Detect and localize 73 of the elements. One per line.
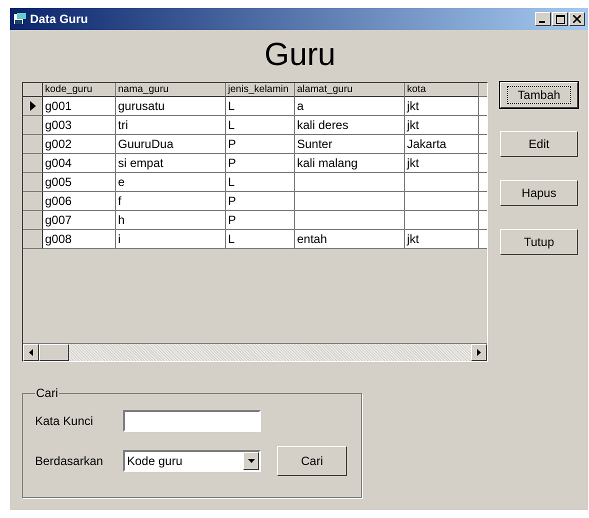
action-button[interactable]: Edit [500, 131, 578, 157]
table-cell: e [116, 173, 226, 192]
column-header[interactable]: alamat_guru [295, 83, 405, 97]
table-cell: g007 [43, 211, 116, 230]
search-by-dropdown[interactable]: Kode guru [123, 450, 261, 472]
table-cell: Sunter [295, 135, 405, 154]
row-indicator[interactable] [23, 192, 43, 211]
table-cell: a [295, 97, 405, 116]
row-indicator[interactable] [23, 154, 43, 173]
action-button[interactable]: Tutup [500, 229, 578, 255]
left-arrow-icon [29, 349, 33, 356]
table-cell: jkt [405, 230, 479, 249]
group-title: Cari [35, 386, 60, 400]
keyword-field[interactable] [123, 410, 261, 432]
table-cell: kali malang [295, 154, 405, 173]
close-button[interactable] [569, 12, 585, 26]
table-cell: jkt [405, 154, 479, 173]
table-cell: kali deres [295, 116, 405, 135]
row-indicator[interactable] [23, 173, 43, 192]
close-icon [573, 15, 581, 23]
table-cell: L [226, 230, 295, 249]
table-cell: GuuruDua [116, 135, 226, 154]
scroll-thumb[interactable] [39, 344, 69, 361]
maximize-button[interactable] [552, 12, 568, 26]
keyword-label: Kata Kunci [35, 414, 94, 428]
right-arrow-icon [477, 349, 481, 356]
table-cell: g005 [43, 173, 116, 192]
maximize-icon [556, 14, 564, 24]
table-cell: g001 [43, 97, 116, 116]
horizontal-scrollbar[interactable] [23, 343, 487, 361]
row-indicator[interactable] [23, 211, 43, 230]
table-cell: tri [116, 116, 226, 135]
table-cell: g008 [43, 230, 116, 249]
action-button[interactable]: Hapus [500, 180, 578, 206]
table-cell: g003 [43, 116, 116, 135]
table-cell: L [226, 116, 295, 135]
column-header[interactable]: kode_guru [43, 83, 116, 97]
action-button[interactable]: Tambah [500, 82, 578, 108]
table-cell: si empat [116, 154, 226, 173]
table-cell: f [116, 192, 226, 211]
table-cell: L [226, 97, 295, 116]
table-cell: P [226, 135, 295, 154]
table-cell: h [116, 211, 226, 230]
row-indicator[interactable] [23, 135, 43, 154]
window-icon [13, 12, 27, 26]
table-cell: i [116, 230, 226, 249]
table-cell: jkt [405, 116, 479, 135]
table-cell: L [226, 173, 295, 192]
table-cell: jkt [405, 97, 479, 116]
table-cell: entah [295, 230, 405, 249]
table-cell: P [226, 192, 295, 211]
row-indicator[interactable] [23, 116, 43, 135]
search-by-label: Berdasarkan [35, 454, 104, 468]
search-button[interactable]: Cari [277, 446, 347, 476]
table-cell: g006 [43, 192, 116, 211]
minimize-button[interactable] [535, 12, 551, 26]
scroll-left-button[interactable] [23, 344, 39, 361]
column-header[interactable]: jenis_kelamin [226, 83, 295, 97]
current-row-icon [30, 101, 36, 111]
row-indicator[interactable] [23, 230, 43, 249]
scroll-right-button[interactable] [471, 344, 487, 361]
window-title: Data Guru [30, 12, 90, 26]
form-heading: Guru [263, 35, 337, 74]
table-cell: Jakarta [405, 135, 479, 154]
table-cell: gurusatu [116, 97, 226, 116]
column-header[interactable]: kota [405, 83, 479, 97]
table-cell: g002 [43, 135, 116, 154]
table-cell: P [226, 211, 295, 230]
table-cell: P [226, 154, 295, 173]
row-indicator[interactable] [23, 97, 43, 116]
table-cell: g004 [43, 154, 116, 173]
dropdown-arrow-icon [248, 459, 254, 463]
column-header[interactable]: nama_guru [116, 83, 226, 97]
